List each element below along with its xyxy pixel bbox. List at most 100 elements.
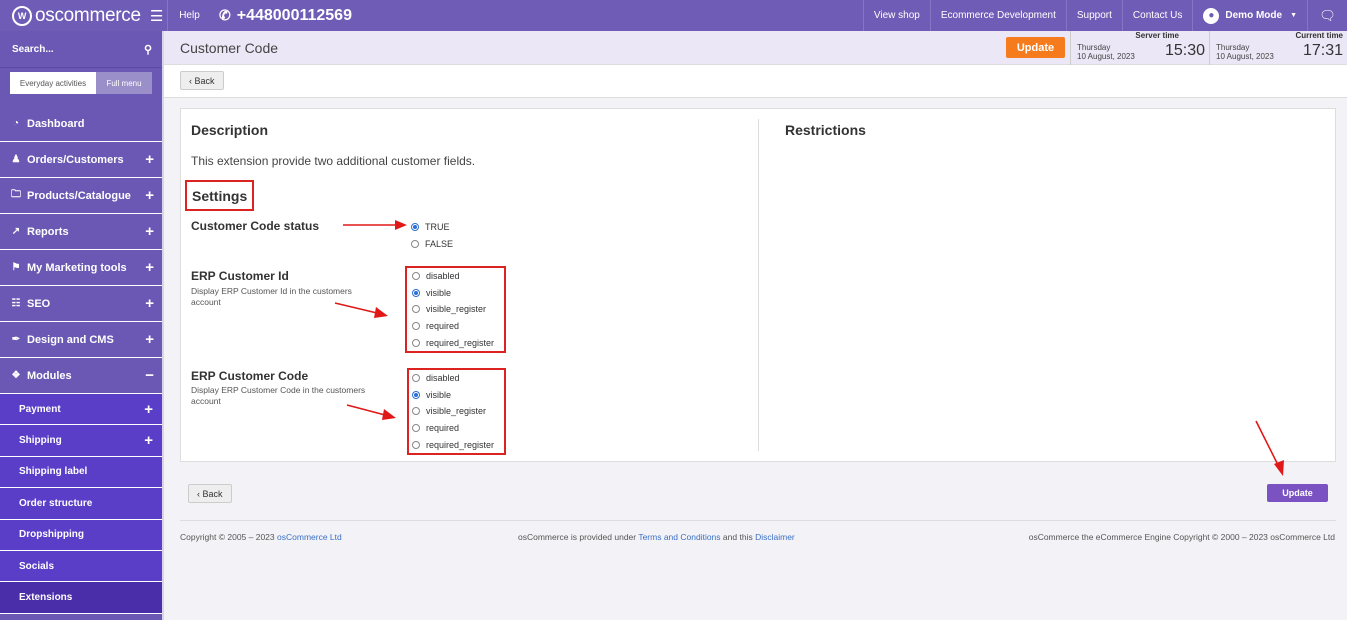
radio-button[interactable] xyxy=(412,272,420,281)
sidebar-item-design-cms[interactable]: ✒ Design and CMS + xyxy=(0,322,164,358)
user-menu[interactable]: ● Demo Mode ▼ xyxy=(1192,0,1307,31)
main-content: ‹ Back Description This extension provid… xyxy=(164,65,1347,620)
sidebar-subitem-label: Extensions xyxy=(19,592,73,604)
hamburger-menu-icon[interactable]: ☰ xyxy=(150,7,163,25)
sidebar-item-label: My Marketing tools xyxy=(27,261,127,274)
sidebar-item-products-catalogue[interactable]: 🗀 Products/Catalogue + xyxy=(0,178,164,214)
annotation-arrow-icon xyxy=(346,404,396,420)
top-bar: W oscommerce ☰ Help ✆ +448000112569 View… xyxy=(0,0,1347,31)
chat-icon[interactable]: 🗨 xyxy=(1307,0,1347,31)
current-time-label: Current time xyxy=(1295,31,1343,40)
brush-icon: ✒ xyxy=(11,334,21,345)
sidebar-subitem-shipping[interactable]: Shipping + xyxy=(0,425,164,457)
current-day: Thursday xyxy=(1216,43,1250,52)
back-label: Back xyxy=(202,488,223,499)
expand-icon: + xyxy=(145,187,154,204)
radio-option-visible-register[interactable]: visible_register xyxy=(412,301,494,318)
sidebar-subitem-payment[interactable]: Payment + xyxy=(0,394,164,426)
sidebar-subitem-order-structure[interactable]: Order structure xyxy=(0,488,164,520)
option-label: disabled xyxy=(426,373,460,384)
phone-number[interactable]: ✆ +448000112569 xyxy=(211,0,352,31)
footer-copyright-text: Copyright © 2005 – 2023 xyxy=(180,532,275,542)
radio-option-disabled[interactable]: disabled xyxy=(412,268,494,285)
header-update-button[interactable]: Update xyxy=(1006,37,1065,58)
contact-us-link[interactable]: Contact Us xyxy=(1121,0,1192,31)
restrictions-heading: Restrictions xyxy=(785,122,866,138)
sidebar-search[interactable]: Search... ⚲ xyxy=(0,31,164,68)
sidebar-item-modules[interactable]: ❖ Modules − xyxy=(0,358,164,394)
oscommerce-ltd-link[interactable]: osCommerce Ltd xyxy=(277,532,342,542)
radio-option-required[interactable]: required xyxy=(412,318,494,335)
back-button[interactable]: ‹ Back xyxy=(180,71,224,90)
sidebar-item-seo[interactable]: ☷ SEO + xyxy=(0,286,164,322)
radio-option-visible-register[interactable]: visible_register xyxy=(412,403,494,420)
sidebar-subitem-extensions[interactable]: Extensions xyxy=(0,582,164,614)
view-shop-link[interactable]: View shop xyxy=(862,0,930,31)
radio-option-required-register[interactable]: required_register xyxy=(412,436,494,453)
radio-option-false[interactable]: FALSE xyxy=(411,236,453,253)
option-label: disabled xyxy=(426,271,460,282)
support-link[interactable]: Support xyxy=(1065,0,1122,31)
footer-terms: osCommerce is provided under Terms and C… xyxy=(518,532,795,542)
phone-text: +448000112569 xyxy=(236,6,352,24)
sidebar-item-dashboard[interactable]: ◔ Dashboard xyxy=(0,106,164,142)
expand-icon: + xyxy=(144,400,153,418)
sidebar-subitem-label: Dropshipping xyxy=(19,529,84,541)
sidebar-subitem-label: Payment xyxy=(19,403,61,415)
radio-button[interactable] xyxy=(412,338,420,347)
search-icon[interactable]: ⚲ xyxy=(144,43,152,56)
erp-customer-id-options: disabled visible visible_register requir… xyxy=(405,266,507,353)
help-link[interactable]: Help xyxy=(167,0,211,31)
radio-button[interactable] xyxy=(411,223,419,232)
option-label: required_register xyxy=(426,337,495,348)
tab-everyday-activities[interactable]: Everyday activities xyxy=(10,72,96,94)
radio-option-visible[interactable]: visible xyxy=(412,387,494,404)
radio-button[interactable] xyxy=(412,374,420,383)
radio-button[interactable] xyxy=(412,288,420,297)
logo[interactable]: W oscommerce ☰ xyxy=(0,0,167,31)
option-label: visible_register xyxy=(426,406,487,417)
server-date: 10 August, 2023 xyxy=(1077,52,1135,61)
radio-button[interactable] xyxy=(411,239,419,248)
radio-button[interactable] xyxy=(412,407,420,416)
radio-button[interactable] xyxy=(412,424,420,433)
radio-option-required-register[interactable]: required_register xyxy=(412,334,494,351)
radio-option-true[interactable]: TRUE xyxy=(411,219,453,236)
server-day: Thursday xyxy=(1077,43,1111,52)
sidebar-item-label: Modules xyxy=(27,369,72,382)
annotation-arrow-icon xyxy=(334,302,388,318)
footer-engine-copyright: osCommerce the eCommerce Engine Copyrigh… xyxy=(1028,532,1335,542)
radio-button[interactable] xyxy=(412,440,420,449)
erp-customer-code-label: ERP Customer Code xyxy=(191,369,309,383)
sidebar-subitem-dropshipping[interactable]: Dropshipping xyxy=(0,519,164,551)
back-label: Back xyxy=(194,75,215,86)
page-title: Customer Code xyxy=(180,40,279,56)
chart-icon: ↗ xyxy=(11,226,21,237)
tab-full-menu[interactable]: Full menu xyxy=(96,72,152,94)
user-name: Demo Mode xyxy=(1225,10,1283,21)
ecommerce-development-link[interactable]: Ecommerce Development xyxy=(929,0,1066,31)
bottom-update-button[interactable]: Update xyxy=(1267,484,1328,502)
sidebar-item-reports[interactable]: ↗ Reports + xyxy=(0,214,164,250)
expand-icon: + xyxy=(145,259,154,276)
settings-heading: Settings xyxy=(185,180,255,211)
sidebar-item-label: Dashboard xyxy=(27,117,85,130)
radio-option-required[interactable]: required xyxy=(412,420,494,437)
radio-option-visible[interactable]: visible xyxy=(412,285,494,302)
sidebar-subitem-socials[interactable]: Socials xyxy=(0,550,164,583)
radio-button[interactable] xyxy=(412,390,420,399)
description-heading: Description xyxy=(191,122,269,138)
sidebar-item-marketing-tools[interactable]: ⚑ My Marketing tools + xyxy=(0,250,164,286)
sidebar-subitem-shipping-label[interactable]: Shipping label xyxy=(0,456,164,489)
radio-button[interactable] xyxy=(412,322,420,331)
column-divider xyxy=(758,119,759,451)
terms-and-conditions-link[interactable]: Terms and Conditions xyxy=(638,532,720,542)
radio-button[interactable] xyxy=(412,305,420,314)
radio-option-disabled[interactable]: disabled xyxy=(412,370,494,387)
option-label: required xyxy=(426,423,460,434)
server-time-label: Server time xyxy=(1135,31,1179,40)
bottom-back-button[interactable]: ‹ Back xyxy=(188,484,232,503)
sidebar-item-orders-customers[interactable]: ♟ Orders/Customers + xyxy=(0,142,164,178)
disclaimer-link[interactable]: Disclaimer xyxy=(755,532,795,542)
annotation-arrow-icon xyxy=(1255,420,1284,476)
